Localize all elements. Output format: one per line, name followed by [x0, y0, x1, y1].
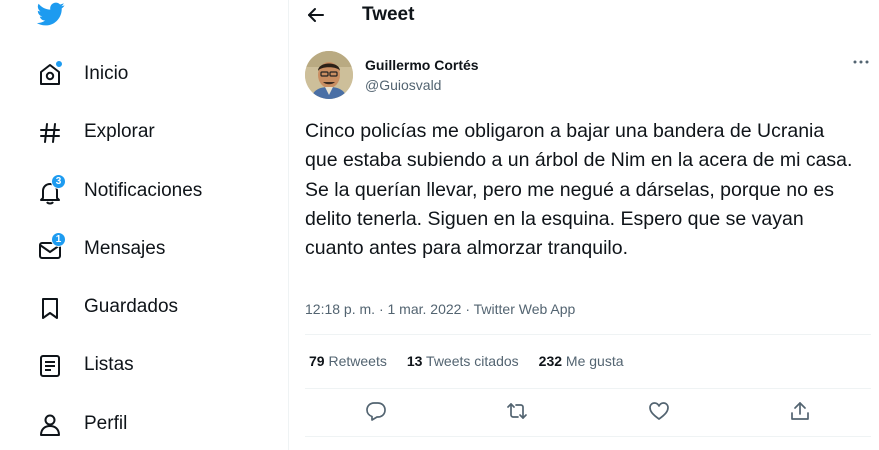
sidebar-item-label: Listas: [84, 354, 134, 375]
retweet-icon[interactable]: [506, 400, 530, 424]
tweet-source-app[interactable]: Twitter Web App: [474, 301, 576, 317]
home-notification-dot: [55, 60, 63, 68]
tweet-time[interactable]: 12:18 p. m.: [305, 301, 375, 317]
sidebar-item-label: Mensajes: [84, 238, 166, 259]
likes-stat[interactable]: 232 Me gusta: [539, 353, 624, 369]
reply-icon[interactable]: [365, 400, 389, 424]
tweet-date[interactable]: 1 mar. 2022: [388, 301, 462, 317]
sidebar-item-label: Guardados: [84, 296, 179, 317]
quotes-stat[interactable]: 13 Tweets citados: [407, 353, 519, 369]
twitter-logo-icon[interactable]: [35, 0, 67, 28]
envelope-icon: 1: [37, 232, 66, 263]
divider: [305, 388, 871, 389]
likes-label: Me gusta: [565, 353, 624, 369]
like-icon[interactable]: [648, 400, 672, 424]
retweets-count: 79: [309, 353, 325, 369]
quotes-count: 13: [406, 353, 423, 369]
sidebar-item-listas[interactable]: Listas: [0, 345, 280, 385]
sidebar-item-perfil[interactable]: Perfil: [0, 404, 280, 444]
messages-badge: 1: [51, 232, 66, 247]
retweets-label: Retweets: [328, 353, 387, 369]
quotes-label: Tweets citados: [426, 353, 519, 369]
more-options-icon[interactable]: [851, 54, 871, 70]
tweet-text: Cinco policías me obligaron a bajar una …: [305, 120, 853, 260]
sidebar-item-label: Explorar: [84, 121, 155, 142]
sidebar-nav: Inicio Explorar 3 Notificaciones 1 Mensa…: [0, 0, 289, 450]
sidebar-item-guardados[interactable]: Guardados: [0, 287, 280, 327]
tweet-actions: [289, 400, 879, 426]
retweets-stat[interactable]: 79 Retweets: [309, 353, 387, 369]
sidebar-item-label: Inicio: [84, 63, 129, 84]
bookmark-icon: [37, 295, 63, 321]
tweet-detail: Tweet Guillermo Cortés @Guiosvald Cinco …: [289, 0, 879, 450]
tweet-metadata: 12:18 p. m. · 1 mar. 2022 · Twitter Web …: [305, 301, 575, 317]
likes-count: 232: [538, 353, 563, 369]
bell-icon: 3: [37, 174, 66, 205]
sidebar-item-notificaciones[interactable]: 3 Notificaciones: [0, 171, 280, 211]
divider: [305, 334, 871, 335]
sidebar-item-label: Perfil: [84, 413, 128, 434]
sidebar-item-mensajes[interactable]: 1 Mensajes: [0, 229, 280, 269]
avatar[interactable]: [305, 51, 353, 99]
sidebar-item-inicio[interactable]: Inicio: [0, 54, 280, 94]
sidebar-item-label: Notificaciones: [84, 180, 203, 201]
author-name[interactable]: Guillermo Cortés: [365, 57, 479, 73]
share-icon[interactable]: [789, 400, 813, 424]
list-icon: [37, 353, 63, 379]
page-title: Tweet: [362, 4, 415, 25]
sidebar-item-explorar[interactable]: Explorar: [0, 112, 280, 152]
notifications-badge: 3: [51, 174, 66, 189]
hashtag-icon: [37, 120, 63, 146]
author-handle[interactable]: @Guiosvald: [365, 77, 441, 93]
separator: ·: [465, 301, 470, 317]
page-header: Tweet: [289, 0, 879, 32]
divider: [305, 436, 871, 437]
person-icon: [37, 412, 63, 438]
back-arrow-icon[interactable]: [305, 4, 327, 26]
home-icon: [37, 60, 63, 88]
tweet-stats: 79 Retweets 13 Tweets citados 232 Me gus…: [309, 353, 624, 369]
separator: ·: [378, 301, 384, 317]
